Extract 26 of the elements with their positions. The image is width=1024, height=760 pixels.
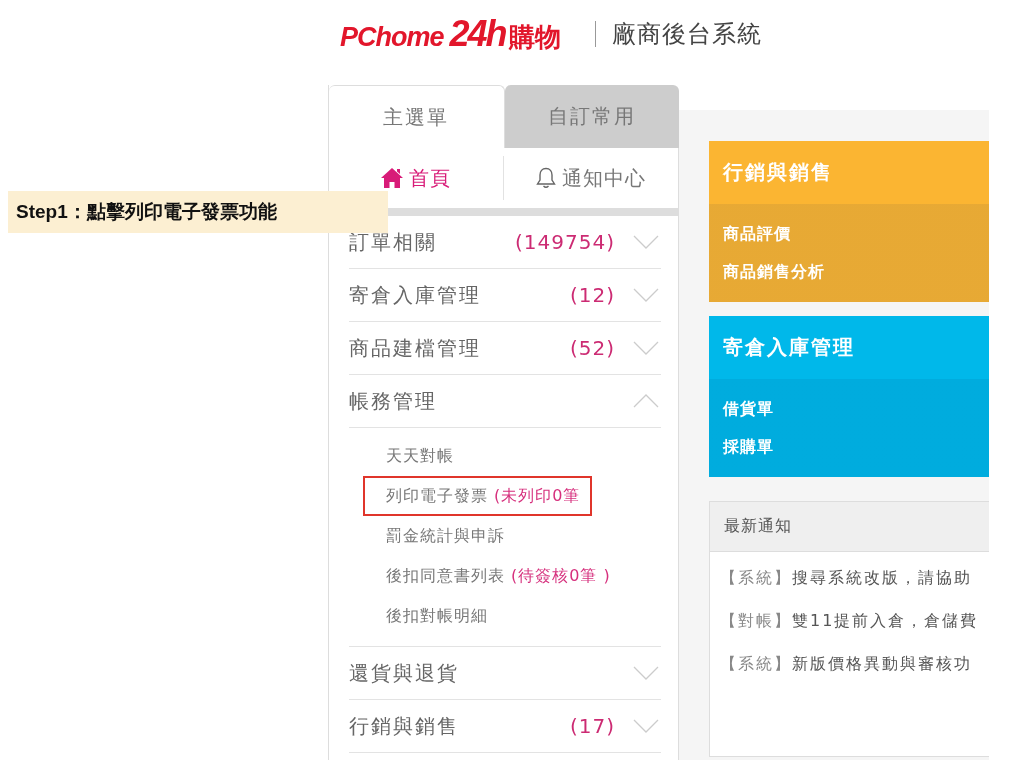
annotation-label: Step1：點擊列印電子發票功能 [8,191,388,233]
notice-link[interactable]: 【系統】搜尋系統改版，請協助 [720,566,972,590]
system-title: 廠商後台系統 [611,19,762,50]
brand-logo: PChome 24h購物 [340,13,561,55]
submenu-link[interactable]: 天天對帳 [363,436,466,476]
submenu-link[interactable]: 列印電子發票 (未列印0筆 [363,476,593,516]
card-title: 行銷與銷售 [723,159,833,186]
card-link[interactable]: 借貨單 [723,398,774,420]
notice-link[interactable]: 【對帳】雙11提前入倉，倉儲費 [720,609,979,633]
submenu-link[interactable]: 罰金統計與申訴 [363,516,517,556]
menu-item[interactable]: 還貨與退貨 [349,647,661,700]
home-icon [381,168,403,188]
notice-link[interactable]: 【系統】新版價格異動與審核功 [720,652,972,676]
menu-item[interactable]: 行銷與銷售 (17) [349,700,661,753]
sidebar-tab[interactable]: 自訂常用 [504,85,679,148]
bell-icon [536,167,556,189]
menu-item[interactable]: 商品建檔管理 (52) [349,322,661,375]
sidebar-tab[interactable]: 主選單 [329,85,505,148]
notice-title: 最新通知 [724,516,792,537]
submenu-link[interactable]: 後扣對帳明細 [363,596,500,636]
card-title: 寄倉入庫管理 [723,334,855,361]
card-link[interactable]: 採購單 [723,436,774,458]
nav-link[interactable]: 通知中心 [503,156,678,200]
submenu-link[interactable]: 後扣同意書列表 (待簽核0筆 ) [363,556,623,596]
menu-item[interactable]: 寄倉入庫管理 (12) [349,269,661,322]
menu-item[interactable]: 帳務管理 [349,375,661,428]
